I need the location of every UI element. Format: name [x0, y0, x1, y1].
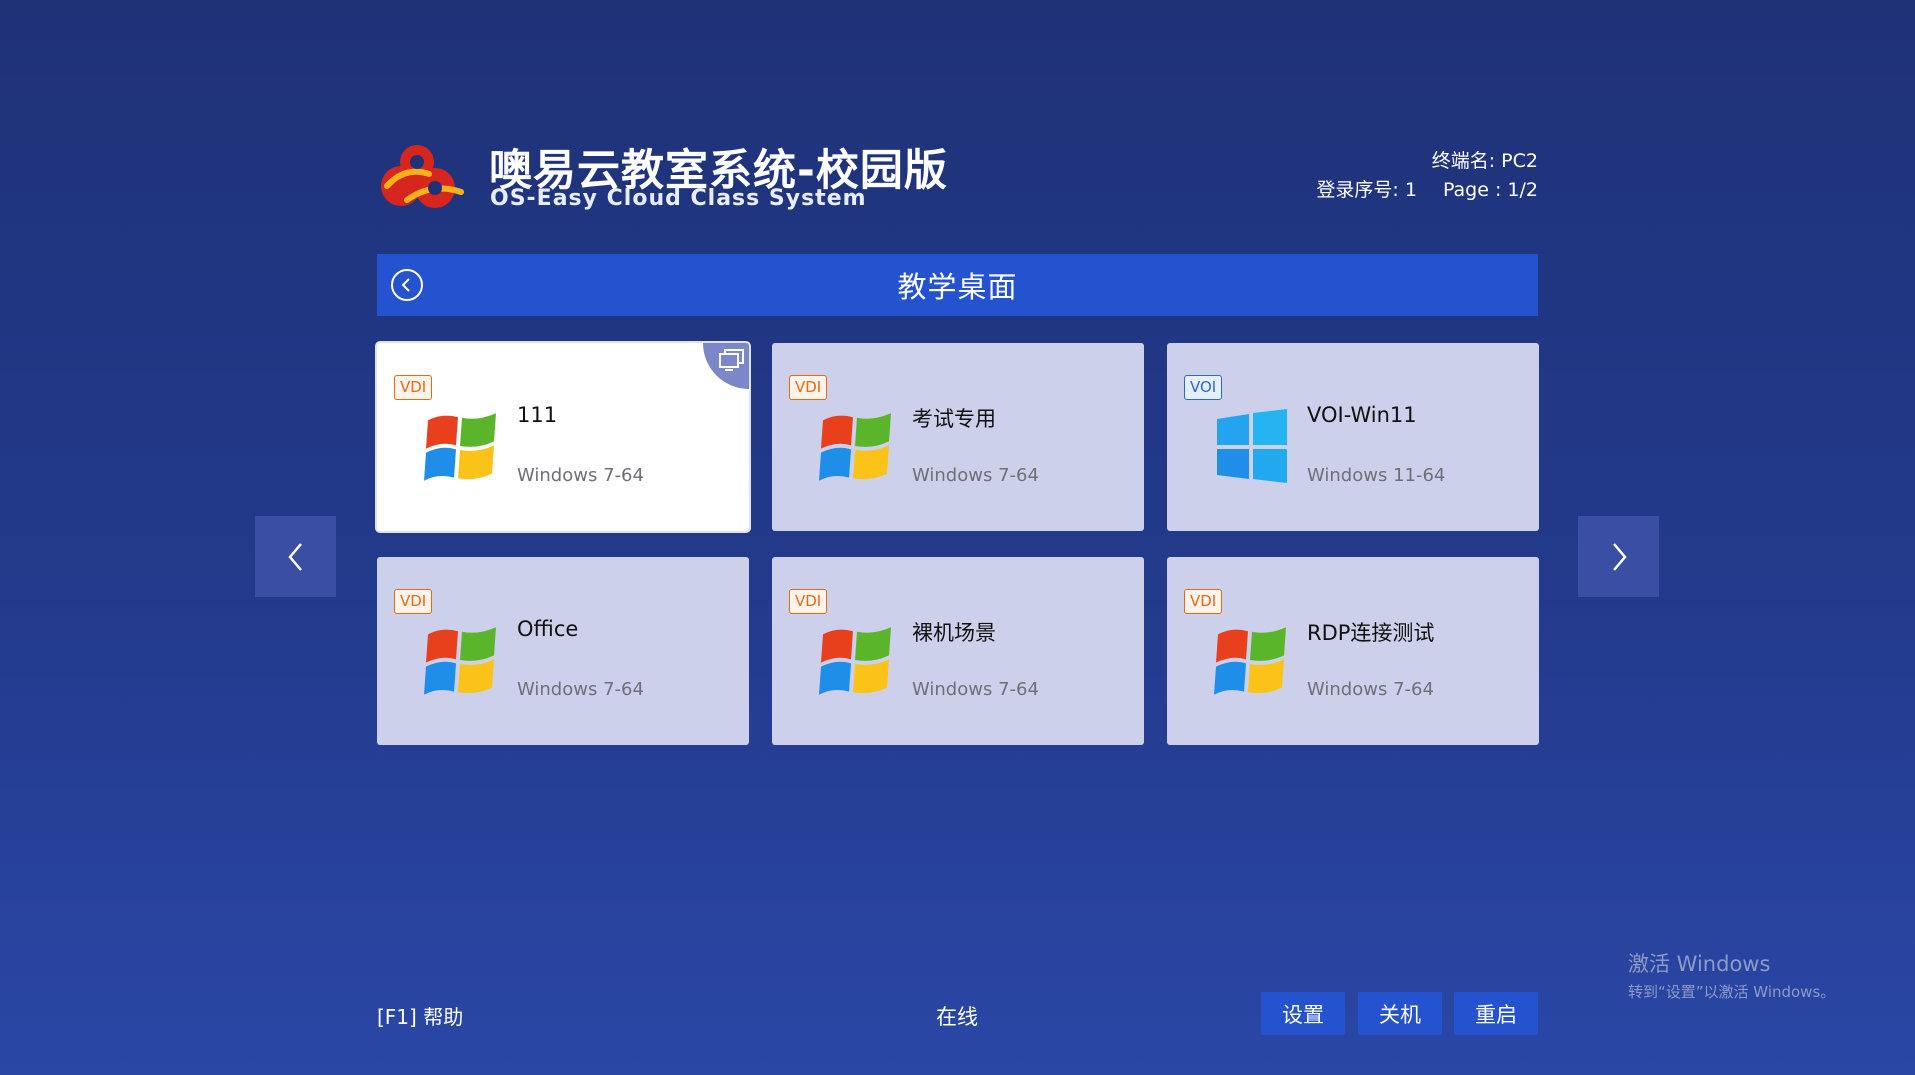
section-title-bar: 教学桌面 [377, 254, 1538, 316]
section-title: 教学桌面 [897, 270, 1018, 304]
app-subtitle: OS-Easy Cloud Class System [490, 186, 867, 211]
settings-button[interactable]: 设置 [1261, 992, 1345, 1035]
chevron-left-icon [287, 542, 302, 571]
terminal-name: 终端名: PC2 [1431, 150, 1538, 172]
windows-7-logo-icon [422, 409, 500, 483]
desktop-os: Windows 7-64 [517, 465, 644, 486]
previous-page-button[interactable] [255, 516, 336, 597]
brand-logo: 噢易云教室系统-校园版 OS-Easy Cloud Class System [377, 130, 947, 220]
windows-7-logo-icon [422, 623, 500, 697]
desktop-type-badge: VDI [789, 375, 828, 400]
desktop-card[interactable]: VOI VOI-Win11 Windows 11-64 [1167, 343, 1539, 531]
windows-7-logo-icon [1212, 623, 1290, 697]
desktop-type-badge: VDI [394, 375, 433, 400]
restart-button[interactable]: 重启 [1454, 992, 1538, 1035]
desktop-name: 111 [517, 403, 558, 427]
windows-7-logo-icon [817, 623, 895, 697]
desktop-card[interactable]: VDI 考试专用 Windows 7-64 [772, 343, 1144, 531]
shutdown-button[interactable]: 关机 [1358, 992, 1442, 1035]
help-link[interactable]: [F1] 帮助 [377, 1001, 463, 1030]
desktop-os: Windows 7-64 [912, 465, 1039, 486]
desktop-card[interactable]: VDI 111 Windows 7-64 [377, 343, 749, 531]
chevron-right-icon [1612, 542, 1627, 571]
login-number: 登录序号: 1 [1316, 179, 1417, 201]
online-status: 在线 [936, 1005, 978, 1029]
windows-7-logo-icon [817, 409, 895, 483]
terminal-info: 终端名: PC2 登录序号: 1 Page : 1/2 [1316, 147, 1538, 205]
windows-11-logo-icon [1212, 409, 1290, 483]
desktop-os: Windows 7-64 [517, 679, 644, 700]
desktop-os: Windows 7-64 [1307, 679, 1434, 700]
desktop-name: VOI-Win11 [1307, 403, 1417, 427]
desktop-name: Office [517, 617, 579, 641]
chevron-left-icon [401, 278, 410, 292]
os-easy-logo-icon [381, 145, 464, 208]
desktop-os: Windows 11-64 [1307, 465, 1446, 486]
desktop-type-badge: VOI [1184, 375, 1223, 400]
desktop-name: RDP连接测试 [1307, 621, 1435, 645]
desktop-os: Windows 7-64 [912, 679, 1039, 700]
watermark-hint: 转到“设置”以激活 Windows。 [1628, 983, 1836, 1001]
watermark-title: 激活 Windows [1628, 952, 1771, 976]
desktop-type-badge: VDI [1184, 589, 1223, 614]
windows-activation-watermark: 激活 Windows 转到“设置”以激活 Windows。 [1628, 948, 1835, 1002]
desktop-name: 考试专用 [912, 407, 996, 431]
next-page-button[interactable] [1578, 516, 1659, 597]
page-indicator: Page : 1/2 [1442, 179, 1538, 201]
desktop-icon [719, 349, 744, 371]
desktop-type-badge: VDI [394, 589, 433, 614]
back-button[interactable] [391, 269, 423, 301]
desktop-card[interactable]: VDI Office Windows 7-64 [377, 557, 749, 745]
desktop-type-badge: VDI [789, 589, 828, 614]
desktop-card[interactable]: VDI RDP连接测试 Windows 7-64 [1167, 557, 1539, 745]
desktop-name: 裸机场景 [912, 621, 996, 645]
desktop-card[interactable]: VDI 裸机场景 Windows 7-64 [772, 557, 1144, 745]
